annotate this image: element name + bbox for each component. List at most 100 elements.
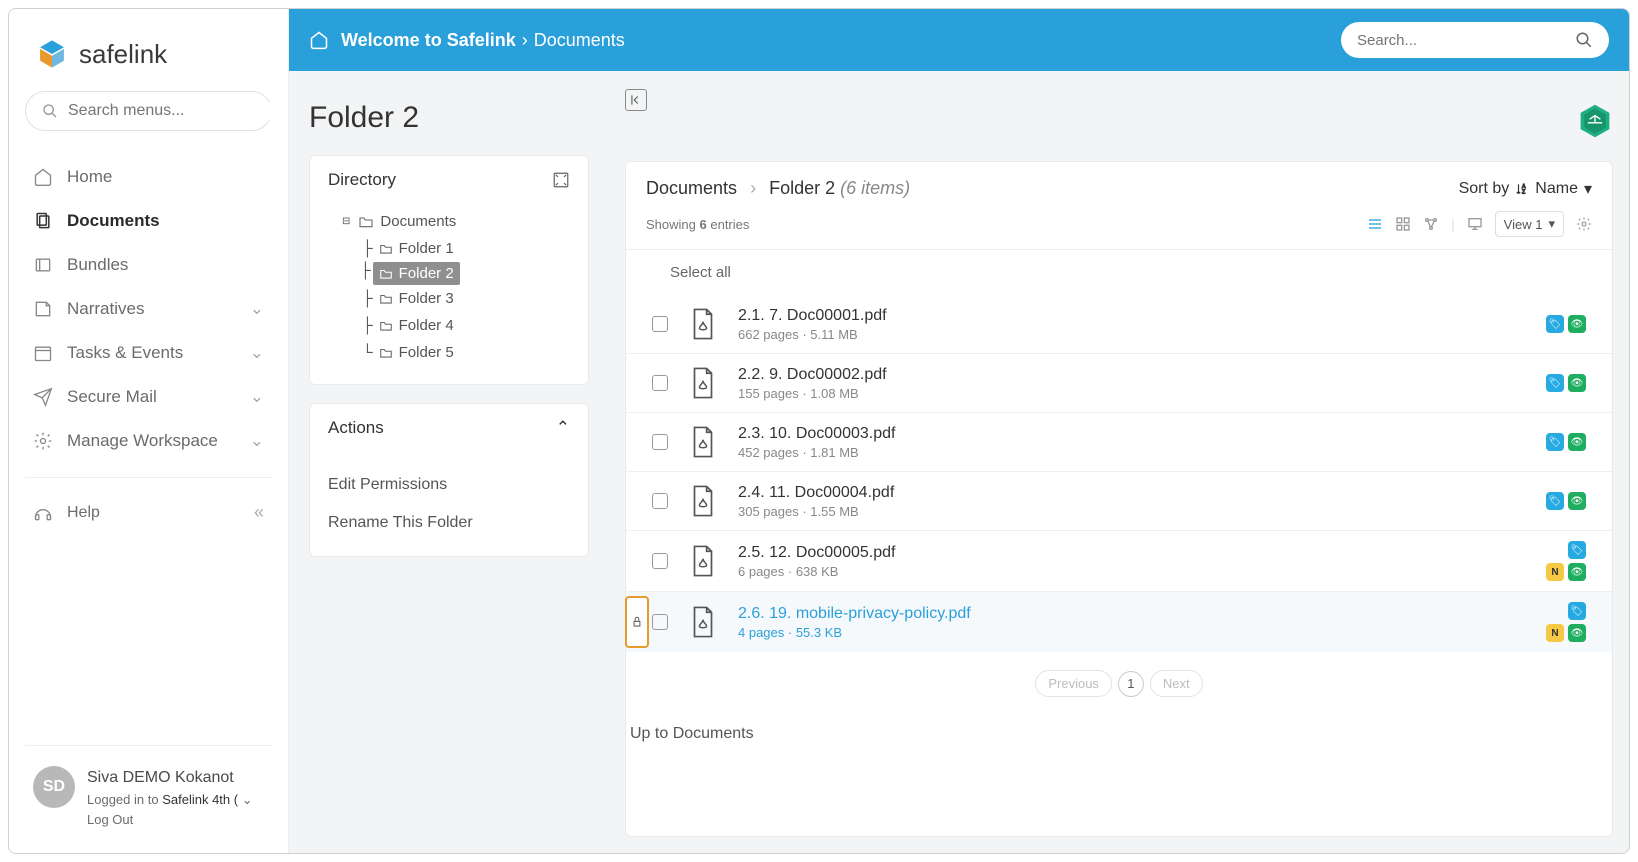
file-checkbox[interactable]	[652, 434, 668, 450]
prev-button[interactable]: Previous	[1035, 670, 1112, 697]
path-folder[interactable]: Folder 2	[769, 178, 835, 198]
global-search-input[interactable]	[1357, 32, 1575, 49]
pdf-icon	[686, 542, 720, 580]
tag-badge[interactable]: 👁	[1568, 563, 1586, 581]
home-icon	[33, 167, 53, 187]
file-name: 2.2. 9. Doc00002.pdf	[738, 366, 1528, 384]
tag-badge[interactable]: N	[1546, 624, 1564, 642]
breadcrumb: Welcome to Safelink›Documents	[341, 30, 625, 51]
tag-badge[interactable]: 🏷	[1546, 492, 1564, 510]
item-count: (6 items)	[840, 178, 910, 198]
network-view-icon[interactable]	[1423, 216, 1439, 232]
tag-badge[interactable]: 🏷	[1568, 602, 1586, 620]
actions-label: Actions	[328, 418, 384, 438]
workspace-select[interactable]: Safelink 4th (	[162, 792, 238, 807]
narratives-icon	[33, 299, 53, 319]
expand-icon[interactable]	[552, 171, 570, 189]
avatar[interactable]: SD	[33, 766, 75, 808]
presentation-icon[interactable]	[1467, 216, 1483, 232]
list-view-icon[interactable]	[1367, 216, 1383, 232]
sidebar-item-tasks[interactable]: Tasks & Events⌄	[25, 331, 272, 375]
file-checkbox[interactable]	[652, 553, 668, 569]
file-meta: 305 pages · 1.55 MB	[738, 504, 1528, 519]
file-name: 2.1. 7. Doc00001.pdf	[738, 307, 1528, 325]
folder-icon	[379, 347, 393, 359]
pdf-icon	[686, 482, 720, 520]
view-selector[interactable]: View 1▾	[1495, 211, 1564, 237]
tag-badge[interactable]: 🏷	[1546, 433, 1564, 451]
tree-root[interactable]: ⊟Documents	[340, 208, 570, 235]
file-checkbox[interactable]	[652, 375, 668, 391]
tag-badge[interactable]: 👁	[1568, 492, 1586, 510]
file-name: 2.4. 11. Doc00004.pdf	[738, 484, 1528, 502]
gear-icon[interactable]	[1576, 216, 1592, 232]
sidebar-item-home[interactable]: Home	[25, 155, 272, 199]
pdf-icon	[686, 603, 720, 641]
collapse-panel-button[interactable]	[625, 89, 647, 111]
file-meta: 452 pages · 1.81 MB	[738, 445, 1528, 460]
home-icon[interactable]	[309, 30, 329, 50]
caret-down-icon: ▾	[1584, 179, 1592, 199]
nav: Home Documents Bundles Narratives⌄ Tasks…	[25, 155, 272, 463]
product-badge-icon[interactable]	[1577, 103, 1613, 139]
pdf-icon	[686, 423, 720, 461]
folder-icon	[379, 243, 393, 255]
sidebar-item-mail[interactable]: Secure Mail⌄	[25, 375, 272, 419]
directory-label: Directory	[328, 170, 396, 190]
tree-item[interactable]: ├Folder 1	[360, 235, 570, 262]
tag-badge[interactable]: 👁	[1568, 624, 1586, 642]
file-meta: 6 pages · 638 KB	[738, 564, 1528, 579]
page-number[interactable]: 1	[1118, 671, 1144, 697]
search-menus-input[interactable]	[68, 102, 275, 120]
file-checkbox[interactable]	[652, 614, 668, 630]
file-row[interactable]: 2.5. 12. Doc00005.pdf6 pages · 638 KB🏷N👁	[626, 531, 1612, 592]
tag-badge[interactable]: 🏷	[1546, 315, 1564, 333]
drag-handle[interactable]	[625, 596, 649, 648]
tag-badge[interactable]: 👁	[1568, 433, 1586, 451]
logo-icon	[35, 37, 69, 71]
up-link[interactable]: Up to Documents	[626, 715, 1612, 763]
sort-control[interactable]: Sort by AZ Name ▾	[1459, 179, 1592, 199]
path-root[interactable]: Documents	[646, 178, 737, 198]
file-row[interactable]: 2.6. 19. mobile-privacy-policy.pdf4 page…	[626, 592, 1612, 652]
file-checkbox[interactable]	[652, 493, 668, 509]
tag-badge[interactable]: 👁	[1568, 315, 1586, 333]
global-search[interactable]	[1341, 22, 1609, 58]
search-icon[interactable]	[1575, 31, 1593, 49]
file-row[interactable]: 2.3. 10. Doc00003.pdf 452 pages · 1.81 MB…	[626, 413, 1612, 472]
sidebar-item-bundles[interactable]: Bundles	[25, 243, 272, 287]
user-text: Siva DEMO Kokanot Logged in to Safelink …	[87, 766, 253, 829]
sidebar-item-narratives[interactable]: Narratives⌄	[25, 287, 272, 331]
action-edit-permissions[interactable]: Edit Permissions	[328, 466, 570, 504]
file-name: 2.3. 10. Doc00003.pdf	[738, 425, 1528, 443]
search-menus[interactable]	[25, 91, 272, 131]
showing-count: Showing 6 entries	[646, 217, 749, 232]
file-row[interactable]: 2.2. 9. Doc00002.pdf155 pages · 1.08 MB🏷…	[626, 354, 1612, 413]
file-row[interactable]: 2.4. 11. Doc00004.pdf 305 pages · 1.55 MB…	[626, 472, 1612, 531]
tag-badge[interactable]: 🏷	[1546, 374, 1564, 392]
file-checkbox[interactable]	[652, 316, 668, 332]
sidebar-item-help[interactable]: Help «	[25, 492, 272, 533]
grid-view-icon[interactable]	[1395, 216, 1411, 232]
user-name: Siva DEMO Kokanot	[87, 766, 253, 790]
select-all-row[interactable]: Select all	[626, 250, 1612, 295]
tree-item-selected[interactable]: Folder 2	[373, 262, 460, 285]
file-list: Select all 2.1. 7. Doc00001.pdf662 pages…	[626, 250, 1612, 652]
tree-item[interactable]: └Folder 5	[360, 339, 570, 366]
collapse-icon[interactable]: «	[254, 502, 264, 523]
file-row[interactable]: 2.1. 7. Doc00001.pdf662 pages · 5.11 MB🏷…	[626, 295, 1612, 354]
tree-item[interactable]: ├Folder 4	[360, 312, 570, 339]
chevron-up-icon[interactable]: ⌃	[556, 418, 570, 438]
sidebar-item-manage[interactable]: Manage Workspace⌄	[25, 419, 272, 463]
folder-icon	[379, 293, 393, 305]
logout-link[interactable]: Log Out	[87, 810, 253, 830]
tag-badge[interactable]: 🏷	[1568, 541, 1586, 559]
next-button[interactable]: Next	[1150, 670, 1203, 697]
pdf-icon	[686, 305, 720, 343]
tag-badge[interactable]: 👁	[1568, 374, 1586, 392]
brand-name: safelink	[79, 39, 167, 70]
tree-item[interactable]: ├Folder 3	[360, 285, 570, 312]
action-rename-folder[interactable]: Rename This Folder	[328, 504, 570, 542]
sidebar-item-documents[interactable]: Documents	[25, 199, 272, 243]
tag-badge[interactable]: N	[1546, 563, 1564, 581]
